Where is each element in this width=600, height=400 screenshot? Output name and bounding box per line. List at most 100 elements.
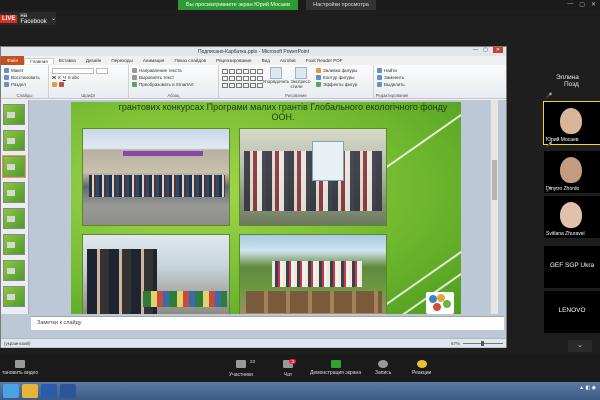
chat-badge: 3 xyxy=(289,359,296,364)
start-icon[interactable] xyxy=(3,384,19,398)
font-color-buttons[interactable] xyxy=(52,81,125,88)
slide-notes-field[interactable]: Заметки к слайду xyxy=(31,316,504,330)
find-button[interactable]: Найти xyxy=(377,67,407,74)
tab-view[interactable]: Вид xyxy=(257,58,275,63)
slide-thumbnail-selected[interactable] xyxy=(2,155,26,178)
more-participants-button[interactable]: ⌄ xyxy=(568,340,592,352)
facebook-live-indicator[interactable]: LIVE на Facebook ⌄ xyxy=(0,12,56,25)
mic-muted-icon: 🎤 xyxy=(546,187,553,193)
tab-acrobat[interactable]: Acrobat xyxy=(275,58,301,63)
zoom-slider-handle[interactable] xyxy=(481,340,484,346)
participant-tile[interactable]: Svitlana Zhuravel xyxy=(544,196,600,238)
ppt-status-bar: (украинский) 67% xyxy=(1,338,506,347)
shape-effects-button[interactable]: Эффекты фигур xyxy=(316,81,357,88)
zoom-app-icon[interactable] xyxy=(41,384,57,398)
photo-group-with-banner[interactable] xyxy=(239,128,387,226)
shape-fill-label: Заливка фигуры xyxy=(323,68,358,73)
text-direction-label: Направление текста xyxy=(139,68,182,73)
slide-thumbnail[interactable] xyxy=(3,234,25,255)
photo-exhibition-table[interactable] xyxy=(82,234,230,314)
ppt-maximize-icon[interactable]: ▢ xyxy=(483,47,488,53)
select-button[interactable]: Выделить xyxy=(377,81,407,88)
quick-styles-button[interactable]: Экспресс-стили xyxy=(291,67,311,89)
tab-file[interactable]: Файл xyxy=(1,56,25,65)
slide-thumbnail[interactable] xyxy=(3,182,25,203)
align-text-button[interactable]: Выровнять текст xyxy=(132,74,215,81)
slide-thumbnail[interactable] xyxy=(3,130,25,151)
stop-video-button[interactable]: тановить видео xyxy=(2,360,38,376)
align-text-icon xyxy=(132,75,137,80)
chat-button[interactable]: 3 Чат xyxy=(283,359,296,378)
ppt-workspace: грантових конкурсах Програми малих грант… xyxy=(1,100,506,348)
shape-effects-label: Эффекты фигур xyxy=(323,82,358,87)
tray-icons[interactable]: ▲ ◧ ◉ xyxy=(579,385,596,391)
slide-thumbnail[interactable] xyxy=(3,208,25,229)
slide-body-text[interactable]: грантових конкурсах Програми малих грант… xyxy=(113,102,453,122)
participant-video xyxy=(560,202,582,228)
notes-placeholder: Заметки к слайду xyxy=(37,320,82,326)
zoom-control[interactable]: 67% xyxy=(451,340,503,346)
zoom-slider[interactable] xyxy=(463,340,503,346)
highlight-icon[interactable] xyxy=(59,82,64,87)
layout-button[interactable]: Макет xyxy=(4,67,45,74)
shapes-gallery[interactable] xyxy=(222,69,263,89)
close-icon[interactable]: ✕ xyxy=(591,1,596,8)
slide-thumbnails-pane[interactable] xyxy=(1,100,29,314)
slide-editing-area[interactable]: грантових конкурсах Програми малих грант… xyxy=(31,100,498,314)
current-slide[interactable]: грантових конкурсах Програми малих грант… xyxy=(71,102,461,314)
tab-insert[interactable]: Вставка xyxy=(54,58,81,63)
zoom-level[interactable]: 67% xyxy=(451,341,460,346)
reactions-icon xyxy=(416,360,427,368)
photo-school-building-group[interactable] xyxy=(82,128,230,226)
font-color-icon[interactable] xyxy=(52,82,57,87)
participants-button[interactable]: 23 Участники xyxy=(229,359,255,378)
participants-icon xyxy=(235,360,246,368)
reactions-button[interactable]: Реакции xyxy=(412,360,431,376)
tab-foxit[interactable]: Foxit Reader PDF xyxy=(301,58,348,63)
record-button[interactable]: Запись xyxy=(375,360,391,376)
maximize-icon[interactable]: ▢ xyxy=(579,1,585,8)
zoom-toolbar: тановить видео 23 Участники 3 Чат Демонс… xyxy=(0,355,600,382)
text-direction-button[interactable]: Направление текста xyxy=(132,67,215,74)
slide-scrollbar[interactable] xyxy=(490,100,498,314)
layout-icon xyxy=(4,68,9,73)
screen-share-banner[interactable]: Вы просматриваете экран Юрий Мосаев xyxy=(178,0,298,10)
smartart-button[interactable]: Преобразовать в SmartArt xyxy=(132,81,215,88)
language-status[interactable]: (украинский) xyxy=(4,341,30,346)
section-label: Раздел xyxy=(11,82,26,87)
tab-animations[interactable]: Анимация xyxy=(138,58,170,63)
shape-outline-button[interactable]: Контур фигуры xyxy=(316,74,357,81)
arrange-button[interactable]: Упорядочить xyxy=(263,67,289,89)
shape-fill-icon xyxy=(316,68,321,73)
slide-thumbnail[interactable] xyxy=(3,104,25,125)
replace-button[interactable]: Заменить xyxy=(377,74,407,81)
minimize-icon[interactable]: — xyxy=(567,1,573,8)
slide-thumbnail[interactable] xyxy=(3,260,25,281)
scrollbar-thumb[interactable] xyxy=(492,160,497,200)
tab-slideshow[interactable]: Показ слайдов xyxy=(169,58,211,63)
view-options-button[interactable]: Настройки просмотра xyxy=(306,0,376,10)
participant-tile[interactable]: GEF SGP Ukra xyxy=(544,246,600,288)
slide-thumbnail[interactable] xyxy=(3,286,25,307)
participant-tile[interactable]: Dmytro Zhordo xyxy=(544,151,600,193)
chevron-down-icon[interactable]: ⌄ xyxy=(51,15,56,22)
participant-tile-active[interactable]: Юрий Мосаев xyxy=(543,101,600,145)
reset-button[interactable]: Восстановить xyxy=(4,74,45,81)
share-screen-button[interactable]: Демонстрация экрана xyxy=(310,360,361,376)
section-button[interactable]: Раздел xyxy=(4,81,45,88)
shape-fill-button[interactable]: Заливка фигуры xyxy=(316,67,357,74)
tab-design[interactable]: Дизайн xyxy=(81,58,106,63)
share-screen-label: Демонстрация экрана xyxy=(310,370,362,376)
word-icon[interactable] xyxy=(60,384,76,398)
ppt-close-icon[interactable]: ✕ xyxy=(492,47,503,53)
tab-review[interactable]: Рецензирование xyxy=(211,58,256,63)
ppt-minimize-icon[interactable]: — xyxy=(473,47,478,53)
folder-icon[interactable] xyxy=(22,384,38,398)
font-format-buttons[interactable]: Ж К Ч S abc xyxy=(52,74,125,81)
tab-home[interactable]: Главная xyxy=(24,57,54,64)
select-icon xyxy=(377,82,382,87)
font-name-box[interactable] xyxy=(52,67,125,74)
participant-tile[interactable]: LENOVO xyxy=(544,291,600,333)
tab-transitions[interactable]: Переходы xyxy=(106,58,138,63)
photo-garden-beds[interactable] xyxy=(239,234,387,314)
